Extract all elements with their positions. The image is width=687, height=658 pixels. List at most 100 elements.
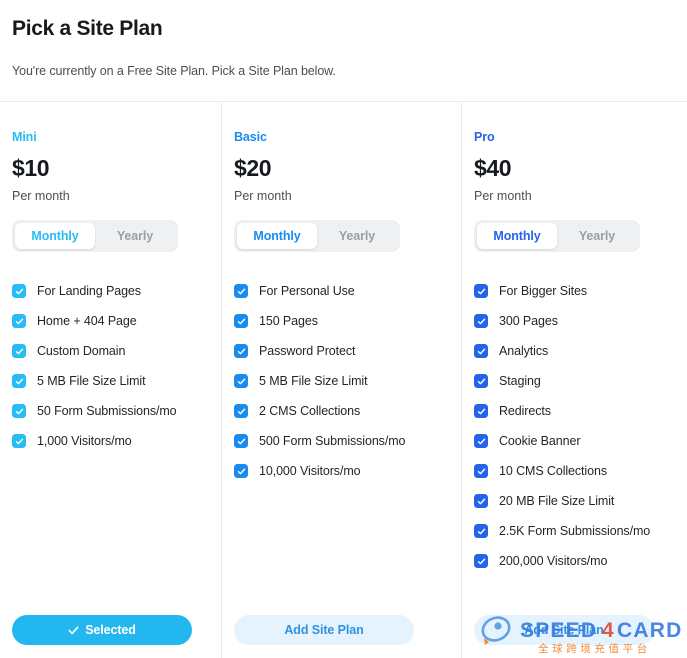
billing-toggle-mini[interactable]: Monthly Yearly [12,220,178,252]
checkbox-checked-icon [474,524,488,538]
billing-option-monthly-pro[interactable]: Monthly [477,223,557,249]
checkbox-checked-icon [12,404,26,418]
checkbox-checked-icon [234,284,248,298]
feature-label: 2 CMS Collections [259,404,361,418]
feature-item: 50 Form Submissions/mo [12,396,209,426]
checkbox-checked-icon [474,434,488,448]
feature-item: 10,000 Visitors/mo [234,456,449,486]
feature-label: 1,000 Visitors/mo [37,434,132,448]
feature-label: 50 Form Submissions/mo [37,404,177,418]
feature-item: 1,000 Visitors/mo [12,426,209,456]
feature-label: 5 MB File Size Limit [37,374,146,388]
feature-item: 200,000 Visitors/mo [474,546,675,576]
checkbox-checked-icon [12,374,26,388]
feature-item: Redirects [474,396,675,426]
feature-item: 500 Form Submissions/mo [234,426,449,456]
billing-option-monthly-mini[interactable]: Monthly [15,223,95,249]
plan-name-mini: Mini [12,130,37,144]
feature-item: Staging [474,366,675,396]
feature-label: 10 CMS Collections [499,464,607,478]
checkbox-checked-icon [474,554,488,568]
feature-label: Home + 404 Page [37,314,137,328]
plan-price-pro: $40 [474,155,512,181]
checkbox-checked-icon [12,344,26,358]
feature-item: 10 CMS Collections [474,456,675,486]
feature-item: 300 Pages [474,306,675,336]
feature-label: 150 Pages [259,314,318,328]
feature-label: Analytics [499,344,549,358]
feature-item: For Landing Pages [12,276,209,306]
feature-item: Analytics [474,336,675,366]
feature-label: Cookie Banner [499,434,581,448]
checkbox-checked-icon [234,464,248,478]
plan-period-mini: Per month [12,189,70,203]
page-subtitle: You're currently on a Free Site Plan. Pi… [12,64,336,78]
billing-toggle-basic[interactable]: Monthly Yearly [234,220,400,252]
plan-price-basic: $20 [234,155,272,181]
billing-option-monthly-basic[interactable]: Monthly [237,223,317,249]
feature-list-mini: For Landing Pages Home + 404 Page Custom D… [12,276,209,456]
feature-item: For Bigger Sites [474,276,675,306]
plan-price-mini: $10 [12,155,50,181]
feature-item: 5 MB File Size Limit [234,366,449,396]
checkbox-checked-icon [12,314,26,328]
feature-item: 150 Pages [234,306,449,336]
plan-name-basic: Basic [234,130,267,144]
checkbox-checked-icon [12,434,26,448]
billing-toggle-pro[interactable]: Monthly Yearly [474,220,640,252]
feature-label: For Landing Pages [37,284,141,298]
feature-label: For Bigger Sites [499,284,588,298]
feature-label: Redirects [499,404,551,418]
plan-period-basic: Per month [234,189,292,203]
feature-label: 500 Form Submissions/mo [259,434,406,448]
feature-item: Cookie Banner [474,426,675,456]
billing-option-yearly-basic[interactable]: Yearly [317,223,397,249]
feature-label: 10,000 Visitors/mo [259,464,361,478]
checkbox-checked-icon [474,314,488,328]
feature-item: Home + 404 Page [12,306,209,336]
checkbox-checked-icon [234,314,248,328]
checkbox-checked-icon [474,404,488,418]
plan-card-mini: Mini $10 Per month Monthly Yearly For La… [0,102,221,658]
feature-item: 20 MB File Size Limit [474,486,675,516]
plan-name-pro: Pro [474,130,495,144]
feature-item: For Personal Use [234,276,449,306]
checkbox-checked-icon [474,284,488,298]
page-header: Pick a Site Plan You're currently on a F… [0,0,687,102]
checkbox-checked-icon [474,494,488,508]
feature-label: 200,000 Visitors/mo [499,554,608,568]
feature-label: Password Protect [259,344,356,358]
check-icon [68,625,79,636]
checkbox-checked-icon [12,284,26,298]
feature-item: 2 CMS Collections [234,396,449,426]
feature-item: 5 MB File Size Limit [12,366,209,396]
plan-cta-basic[interactable]: Add Site Plan [234,615,414,645]
billing-option-yearly-pro[interactable]: Yearly [557,223,637,249]
checkbox-checked-icon [234,434,248,448]
feature-item: 2.5K Form Submissions/mo [474,516,675,546]
billing-option-yearly-mini[interactable]: Yearly [95,223,175,249]
feature-label: 300 Pages [499,314,558,328]
plan-cta-mini[interactable]: Selected [12,615,192,645]
feature-item: Custom Domain [12,336,209,366]
checkbox-checked-icon [474,464,488,478]
feature-list-pro: For Bigger Sites 300 Pages Analytics Stagin… [474,276,675,576]
plan-cta-label-pro: Add Site Plan [524,623,604,637]
checkbox-checked-icon [234,374,248,388]
feature-label: Custom Domain [37,344,126,358]
plan-card-basic: Basic $20 Per month Monthly Yearly For P… [221,102,461,658]
feature-item: Password Protect [234,336,449,366]
checkbox-checked-icon [234,344,248,358]
page-title: Pick a Site Plan [12,17,163,40]
plan-cta-pro[interactable]: Add Site Plan [474,615,654,645]
plan-columns: Mini $10 Per month Monthly Yearly For La… [0,102,687,658]
checkbox-checked-icon [474,344,488,358]
plan-cta-label-mini: Selected [85,623,136,637]
feature-label: 20 MB File Size Limit [499,494,615,508]
checkbox-checked-icon [234,404,248,418]
plan-cta-label-basic: Add Site Plan [284,623,364,637]
feature-label: 2.5K Form Submissions/mo [499,524,651,538]
site-plan-picker: Pick a Site Plan You're currently on a F… [0,0,687,658]
feature-list-basic: For Personal Use 150 Pages Password Protec… [234,276,449,486]
plan-card-pro: Pro $40 Per month Monthly Yearly For Big… [461,102,687,658]
